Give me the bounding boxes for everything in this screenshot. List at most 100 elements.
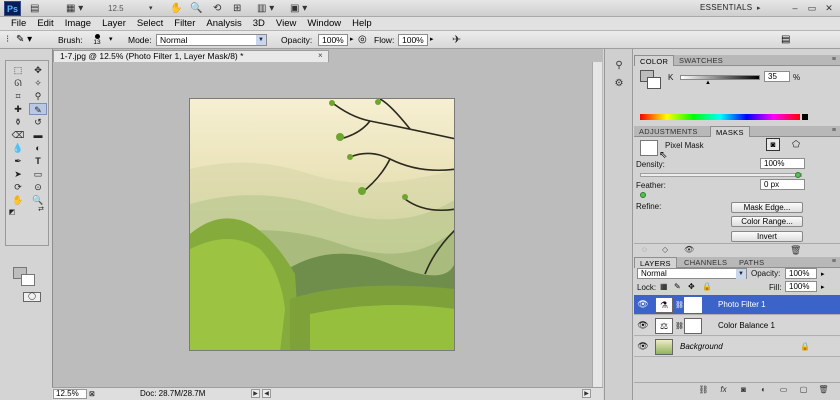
hand-icon[interactable]: ✋ (170, 2, 182, 15)
visibility-eye-icon[interactable]: 👁 (637, 299, 649, 310)
status-menu-arrow-icon[interactable]: ▶ (251, 389, 260, 398)
menu-select[interactable]: Select (132, 17, 169, 30)
scroll-right-icon[interactable]: ▶ (582, 389, 591, 398)
shape-tool-icon[interactable]: ▭ (29, 168, 47, 180)
mode-select[interactable]: Normal ▼ (156, 34, 267, 46)
feather-slider-thumb[interactable] (640, 192, 646, 198)
workspace-switcher[interactable]: ESSENTIALS (700, 3, 752, 12)
history-brush-tool-icon[interactable]: ↺ (29, 116, 47, 128)
new-layer-icon[interactable]: ▢ (798, 385, 809, 395)
panel-menu-icon[interactable]: ≡ (832, 56, 836, 63)
dodge-tool-icon[interactable]: ◐ (29, 142, 47, 154)
feather-input[interactable]: 0 px (760, 179, 805, 190)
crop-tool-icon[interactable]: ⌗ (9, 90, 27, 102)
hand-tool-icon[interactable]: ✋ (9, 194, 27, 206)
eraser-tool-icon[interactable]: ⌫ (9, 129, 27, 141)
gradient-tool-icon[interactable]: ▬ (29, 129, 47, 141)
zoom-dropdown-icon[interactable]: ▾ (149, 2, 153, 15)
zoom-level-field[interactable]: 12.5 (108, 3, 142, 14)
brush-tool-preset-icon[interactable]: ✎ ▾ (16, 33, 40, 46)
restore-icon[interactable]: ▭ (806, 2, 818, 14)
tab-adjustments[interactable]: ADJUSTMENTS (634, 126, 703, 137)
tab-masks[interactable]: MASKS (710, 126, 750, 137)
arrange-documents-icon[interactable]: ▥ ▾ (257, 2, 274, 15)
menu-image[interactable]: Image (60, 17, 97, 30)
masks-panel-menu-icon[interactable]: ≡ (832, 127, 836, 134)
fill-input[interactable]: 100% (785, 281, 817, 292)
color-ramp[interactable] (640, 114, 800, 120)
black-ramp-swatch[interactable] (802, 114, 808, 120)
menu-help[interactable]: Help (347, 17, 378, 30)
quick-mask-icon[interactable]: ◯ (23, 292, 41, 302)
brush-picker[interactable]: 13 (89, 33, 105, 48)
rotate-view-icon[interactable]: ⟲ (213, 2, 221, 15)
k-slider-thumb-icon[interactable]: ▲ (705, 80, 711, 86)
chain-link-icon[interactable]: ⛓ (675, 322, 684, 330)
group-icon[interactable]: ▭ (778, 385, 789, 395)
brush-tool-icon[interactable]: ✎ (29, 103, 47, 115)
color-range-button[interactable]: Color Range... (731, 216, 803, 227)
lock-all-icon[interactable]: 🔒 (702, 282, 712, 291)
menu-view[interactable]: View (271, 17, 302, 30)
vertical-scrollbar[interactable] (592, 62, 602, 387)
close-icon[interactable]: ✕ (823, 2, 835, 14)
visibility-eye-icon[interactable]: 👁 (637, 320, 649, 331)
tab-channels[interactable]: CHANNELS (679, 257, 732, 268)
default-colors-icon[interactable]: ◩ (7, 207, 17, 219)
layer-opacity-input[interactable]: 100% (785, 268, 817, 279)
tab-swatches[interactable]: SWATCHES (674, 55, 728, 66)
visibility-mask-icon[interactable]: 👁 (684, 245, 694, 254)
tab-color[interactable]: COLOR (634, 55, 675, 66)
path-select-tool-icon[interactable]: ➤ (9, 168, 27, 180)
lock-transparent-icon[interactable]: ▦ (660, 282, 668, 291)
density-slider-thumb[interactable] (795, 172, 801, 178)
tool-preset-icon[interactable]: ⁝ (6, 34, 9, 45)
menu-layer[interactable]: Layer (97, 17, 132, 30)
load-selection-icon[interactable]: ◌ (642, 245, 647, 254)
panel-toggle-icon[interactable]: ▤ (781, 34, 790, 45)
invert-button[interactable]: Invert (731, 231, 803, 242)
lock-image-icon[interactable]: ✎ (674, 282, 681, 291)
vector-mask-button-icon[interactable]: ⬠ (789, 138, 803, 151)
menu-3d[interactable]: 3D (248, 17, 271, 30)
marquee-tool-icon[interactable]: ⬚ (9, 64, 27, 76)
workspace-dropdown-icon[interactable]: ▸ (757, 2, 761, 15)
blend-mode-select[interactable]: Normal ▼ (637, 268, 747, 279)
fx-icon[interactable]: fx (718, 385, 729, 395)
k-value-input[interactable]: 35 (764, 71, 790, 82)
adjustment-icon[interactable]: ◐ (758, 385, 769, 395)
layers-panel-menu-icon[interactable]: ≡ (832, 258, 836, 265)
layer-row-background[interactable]: 👁 Background 🔒 (634, 337, 840, 357)
pen-tool-icon[interactable]: ✒ (9, 155, 27, 167)
tab-paths[interactable]: PATHS (734, 257, 769, 268)
menu-analysis[interactable]: Analysis (201, 17, 247, 30)
apply-mask-icon[interactable]: ◇ (662, 245, 668, 254)
blur-tool-icon[interactable]: 💧 (9, 142, 27, 154)
swap-colors-icon[interactable]: ⇄ (36, 204, 46, 216)
actions-panel-icon[interactable]: ⚙ (611, 77, 627, 90)
brush-dropdown-icon[interactable]: ▾ (109, 35, 113, 43)
screen-mode-icon[interactable]: ▣ ▾ (290, 2, 307, 15)
3d-rotate-tool-icon[interactable]: ⟳ (9, 181, 27, 193)
eyedropper-tool-icon[interactable]: ⚲ (29, 90, 47, 102)
quick-select-tool-icon[interactable]: ✧ (29, 77, 47, 89)
layer-mask-thumbnail[interactable] (684, 297, 702, 313)
mask-edge-button[interactable]: Mask Edge... (731, 202, 803, 213)
document-icon[interactable]: ▦ ▾ (66, 2, 83, 15)
launch-bridge-icon[interactable]: ▤ (30, 2, 39, 15)
link-icon[interactable]: ⛓ (698, 385, 709, 395)
minimize-icon[interactable]: – (789, 2, 801, 14)
add-mask-icon[interactable]: ◙ (738, 385, 749, 395)
zoom-icon[interactable]: 🔍 (190, 2, 202, 15)
menu-filter[interactable]: Filter (169, 17, 201, 30)
layer-row-photo-filter[interactable]: 👁 ⚗ ⛓ Photo Filter 1 (634, 295, 840, 315)
k-slider[interactable] (680, 75, 760, 80)
status-zoom-field[interactable]: 12.5% (53, 389, 87, 399)
pixel-mask-button-icon[interactable]: ◙ (766, 138, 780, 151)
tab-layers[interactable]: LAYERS (634, 257, 677, 268)
trash-icon[interactable]: 🗑 (818, 385, 829, 395)
flow-slider-icon[interactable]: ▸ (430, 35, 434, 43)
type-tool-icon[interactable]: T (29, 155, 47, 167)
flow-input[interactable]: 100% (398, 34, 428, 46)
clone-stamp-tool-icon[interactable]: ⚱ (9, 116, 27, 128)
